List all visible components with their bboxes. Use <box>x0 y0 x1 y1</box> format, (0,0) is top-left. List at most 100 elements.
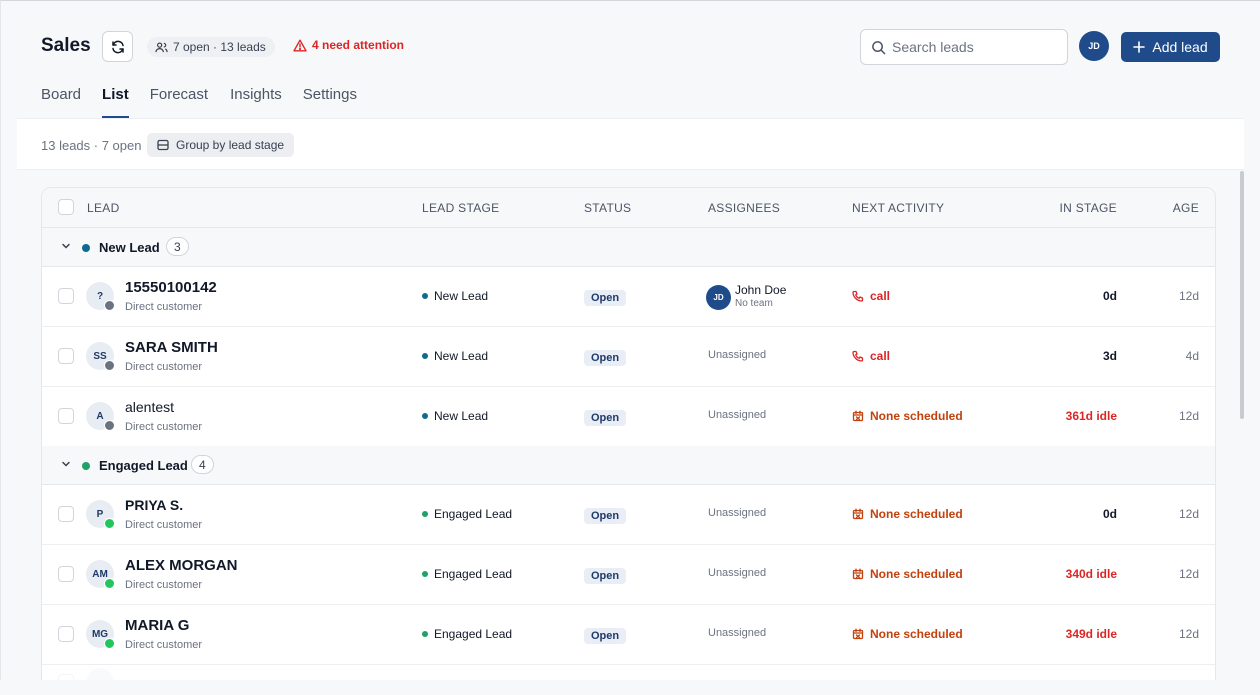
status-badge: Open <box>584 628 627 644</box>
column-age[interactable]: AGE <box>1173 201 1199 215</box>
age-value: 12d <box>1178 567 1199 581</box>
lead-name[interactable]: MARIA G <box>125 617 189 634</box>
status-badge: Open <box>584 290 627 306</box>
user-avatar[interactable]: JD <box>1079 31 1109 61</box>
viewport-bottom <box>0 680 1260 695</box>
lead-stage: Engaged Lead <box>422 567 512 581</box>
web-source-icon <box>104 360 115 371</box>
activity-label: None scheduled <box>870 627 963 641</box>
lead-stage: Engaged Lead <box>422 627 512 641</box>
whatsapp-source-icon <box>104 518 115 529</box>
next-activity[interactable]: None scheduled <box>852 507 963 521</box>
row-checkbox[interactable] <box>58 566 74 582</box>
age-value: 12d <box>1178 627 1199 641</box>
table-row[interactable]: SS SARA SMITH Direct customer New Lead O… <box>42 327 1215 387</box>
group-by-button[interactable]: Group by lead stage <box>147 133 295 157</box>
age-value: 12d <box>1178 289 1199 303</box>
lead-stage: Engaged Lead <box>422 507 512 521</box>
scrollbar-thumb[interactable] <box>1240 171 1244 419</box>
attention-indicator[interactable]: 4 need attention <box>293 38 404 52</box>
lead-name[interactable]: alentest <box>125 399 174 415</box>
row-checkbox[interactable] <box>58 626 74 642</box>
refresh-button[interactable] <box>102 31 133 62</box>
search-input[interactable] <box>892 39 1062 55</box>
activity-label: call <box>870 349 891 363</box>
page-header: Sales 7 open · 13 leads 4 need attention… <box>0 0 1260 118</box>
age-value: 12d <box>1178 409 1199 423</box>
lead-subtitle: Direct customer <box>125 301 203 313</box>
table-row[interactable]: A alentest Direct customer New Lead Open… <box>42 387 1215 447</box>
assignee-cell[interactable]: Unassigned <box>708 627 766 639</box>
group-name: Engaged Lead <box>99 458 188 473</box>
search-box <box>860 29 1068 65</box>
column-next-activity[interactable]: NEXT ACTIVITY <box>852 201 944 215</box>
chevron-down-icon[interactable] <box>60 240 72 252</box>
column-lead-stage[interactable]: LEAD STAGE <box>422 201 499 215</box>
next-activity[interactable]: call <box>852 349 890 363</box>
column-lead[interactable]: LEAD <box>87 201 120 215</box>
tab-forecast[interactable]: Forecast <box>150 86 208 118</box>
select-all-checkbox[interactable] <box>58 199 74 215</box>
stage-label: Engaged Lead <box>434 567 513 581</box>
stage-dot <box>422 413 428 419</box>
assignee-cell[interactable]: Unassigned <box>708 409 766 421</box>
lead-subtitle: Direct customer <box>125 421 203 433</box>
age-value: 12d <box>1178 507 1199 521</box>
row-checkbox[interactable] <box>58 288 74 304</box>
view-tabs: Board List Forecast Insights Settings <box>41 86 357 118</box>
calendar-icon <box>852 628 864 640</box>
group-count: 4 <box>191 455 214 474</box>
lead-name[interactable]: ALEX MORGAN <box>125 557 238 574</box>
lead-name[interactable]: PRIYA S. <box>125 497 183 513</box>
tab-board[interactable]: Board <box>41 86 81 118</box>
column-assignees[interactable]: ASSIGNEES <box>708 201 780 215</box>
table-row[interactable]: ? 15550100142 Direct customer New Lead O… <box>42 267 1215 327</box>
calendar-icon <box>852 410 864 422</box>
row-checkbox[interactable] <box>58 348 74 364</box>
group-header-engaged-lead[interactable]: Engaged Lead 4 <box>42 446 1215 485</box>
column-status[interactable]: STATUS <box>584 201 631 215</box>
table-row[interactable]: AM ALEX MORGAN Direct customer Engaged L… <box>42 545 1215 605</box>
assignee-name: John Doe <box>735 283 787 297</box>
assignee-cell[interactable]: Unassigned <box>708 507 766 519</box>
lead-stage: New Lead <box>422 289 488 303</box>
users-icon <box>155 42 168 52</box>
age-value: 4d <box>1185 349 1199 363</box>
next-activity[interactable]: None scheduled <box>852 409 963 423</box>
table-row[interactable]: P PRIYA S. Direct customer Engaged Lead … <box>42 485 1215 545</box>
list-count-text: 13 leads · 7 open <box>41 138 142 153</box>
lead-name[interactable]: SARA SMITH <box>125 339 218 356</box>
stage-label: Engaged Lead <box>434 627 513 641</box>
row-checkbox[interactable] <box>58 506 74 522</box>
group-header-new-lead[interactable]: New Lead 3 <box>42 228 1215 267</box>
row-checkbox[interactable] <box>58 408 74 424</box>
lead-count-pill: 7 open · 13 leads <box>147 37 275 57</box>
assignee-cell[interactable]: Unassigned <box>708 349 766 361</box>
next-activity[interactable]: None scheduled <box>852 567 963 581</box>
activity-label: None scheduled <box>870 409 963 423</box>
stage-label: Engaged Lead <box>434 507 513 521</box>
column-in-stage[interactable]: IN STAGE <box>1059 201 1117 215</box>
lead-subtitle: Direct customer <box>125 639 203 651</box>
tab-insights[interactable]: Insights <box>230 86 282 118</box>
table-header: LEAD LEAD STAGE STATUS ASSIGNEES NEXT AC… <box>42 188 1215 228</box>
in-stage-value: 349d idle <box>1065 627 1117 641</box>
leads-table: LEAD LEAD STAGE STATUS ASSIGNEES NEXT AC… <box>41 187 1216 695</box>
next-activity[interactable]: call <box>852 289 890 303</box>
stage-label: New Lead <box>434 409 489 423</box>
in-stage-value: 0d <box>1102 507 1117 521</box>
assignee-cell[interactable]: Unassigned <box>708 567 766 579</box>
lead-name[interactable]: 15550100142 <box>125 279 217 296</box>
add-lead-button[interactable]: Add lead <box>1121 32 1220 62</box>
stage-dot <box>422 571 428 577</box>
tab-list[interactable]: List <box>102 86 129 118</box>
next-activity[interactable]: None scheduled <box>852 627 963 641</box>
search-icon <box>872 40 886 54</box>
chevron-down-icon[interactable] <box>60 458 72 470</box>
stage-label: New Lead <box>434 349 489 363</box>
page-title: Sales <box>41 35 91 56</box>
activity-label: call <box>870 289 891 303</box>
tab-settings[interactable]: Settings <box>303 86 357 118</box>
assignee-avatar: JD <box>706 285 731 310</box>
table-row[interactable]: MG MARIA G Direct customer Engaged Lead … <box>42 605 1215 665</box>
